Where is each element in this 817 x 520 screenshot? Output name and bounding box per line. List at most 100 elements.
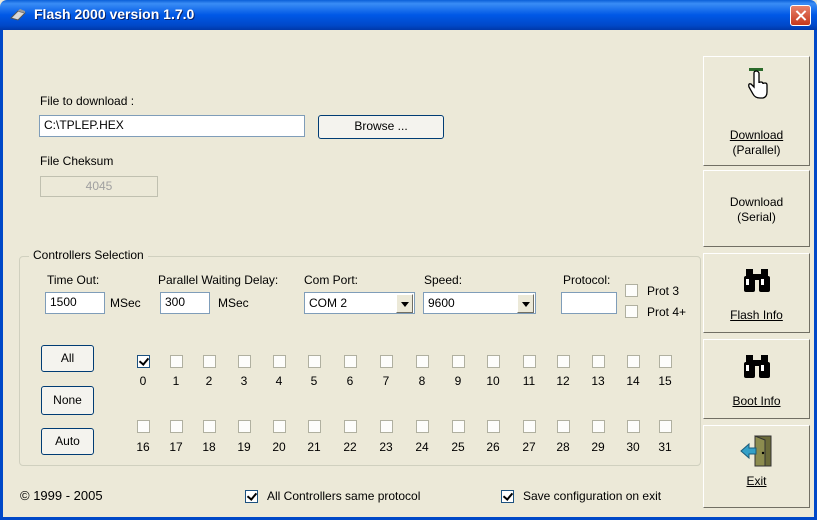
boot-info-label: Boot Info <box>732 394 781 408</box>
controller-checkbox[interactable] <box>523 355 536 368</box>
download-serial-line2: (Serial) <box>737 210 776 224</box>
controller-number: 7 <box>382 374 390 388</box>
controller-checkbox[interactable] <box>137 355 150 368</box>
speed-value: 9600 <box>428 296 455 310</box>
protocol-label: Protocol: <box>563 273 611 287</box>
browse-button[interactable]: Browse ... <box>318 115 444 139</box>
title-bar: Flash 2000 version 1.7.0 <box>0 0 817 30</box>
controller-checkbox[interactable] <box>416 355 429 368</box>
save-config-checkbox[interactable] <box>501 490 514 503</box>
exit-door-icon <box>739 435 771 467</box>
controller-checkbox[interactable] <box>238 420 251 433</box>
com-port-value: COM 2 <box>309 296 348 310</box>
select-auto-button[interactable]: Auto <box>41 428 94 455</box>
controller-number: 5 <box>310 374 318 388</box>
same-protocol-checkbox[interactable] <box>245 490 258 503</box>
controller-checkbox[interactable] <box>487 355 500 368</box>
window-title: Flash 2000 version 1.7.0 <box>34 6 195 22</box>
protocol-input[interactable] <box>561 292 617 314</box>
exit-label: Exit <box>746 474 767 488</box>
prot3-checkbox[interactable] <box>625 284 638 297</box>
controller-number: 13 <box>591 374 605 388</box>
download-parallel-line1: Download <box>729 128 784 142</box>
timeout-unit: MSec <box>110 296 141 310</box>
checksum-field: 4045 <box>40 176 158 197</box>
prot3-label: Prot 3 <box>647 284 680 298</box>
controller-checkbox[interactable] <box>380 355 393 368</box>
controller-checkbox[interactable] <box>452 355 465 368</box>
controller-number: 0 <box>139 374 147 388</box>
controller-number: 1 <box>172 374 180 388</box>
save-config-label: Save configuration on exit <box>523 489 662 503</box>
controller-checkbox[interactable] <box>523 420 536 433</box>
controller-checkbox[interactable] <box>592 355 605 368</box>
checksum-label: File Cheksum <box>40 154 114 168</box>
controller-number: 28 <box>556 440 570 454</box>
controller-number: 10 <box>486 374 500 388</box>
flash-info-button[interactable]: Flash Info <box>703 253 810 333</box>
copyright-text: © 1999 - 2005 <box>20 488 103 503</box>
controller-number: 17 <box>169 440 183 454</box>
parallel-delay-label: Parallel Waiting Delay: <box>158 273 279 287</box>
download-parallel-button[interactable]: Download (Parallel) <box>703 56 810 166</box>
controller-checkbox[interactable] <box>627 355 640 368</box>
controllers-selection-label: Controllers Selection <box>29 248 148 262</box>
controller-checkbox[interactable] <box>137 420 150 433</box>
controller-number: 26 <box>486 440 500 454</box>
controller-number: 20 <box>272 440 286 454</box>
controller-checkbox[interactable] <box>592 420 605 433</box>
controller-checkbox[interactable] <box>170 420 183 433</box>
parallel-delay-input[interactable]: 300 <box>160 292 210 314</box>
controller-checkbox[interactable] <box>308 420 321 433</box>
controller-number: 12 <box>556 374 570 388</box>
controller-checkbox[interactable] <box>273 420 286 433</box>
controller-checkbox[interactable] <box>659 420 672 433</box>
exit-button[interactable]: Exit <box>703 425 810 508</box>
controller-checkbox[interactable] <box>557 420 570 433</box>
download-parallel-line2: (Parallel) <box>732 143 781 157</box>
controller-checkbox[interactable] <box>203 420 216 433</box>
select-all-button[interactable]: All <box>41 345 94 372</box>
controller-checkbox[interactable] <box>627 420 640 433</box>
controller-number: 30 <box>626 440 640 454</box>
controller-number: 18 <box>202 440 216 454</box>
boot-info-button[interactable]: Boot Info <box>703 339 810 419</box>
timeout-label: Time Out: <box>47 273 100 287</box>
binoculars-icon <box>743 355 770 378</box>
controller-number: 16 <box>136 440 150 454</box>
controller-checkbox[interactable] <box>273 355 286 368</box>
controller-number: 6 <box>346 374 354 388</box>
controller-checkbox[interactable] <box>344 420 357 433</box>
controller-number: 25 <box>451 440 465 454</box>
controller-checkbox[interactable] <box>380 420 393 433</box>
controller-number: 11 <box>522 374 536 388</box>
timeout-input[interactable]: 1500 <box>45 292 105 314</box>
file-label: File to download : <box>40 94 135 108</box>
close-button[interactable] <box>790 5 811 26</box>
browse-button-label: Browse ... <box>354 119 408 133</box>
controller-checkbox[interactable] <box>557 355 570 368</box>
controller-checkbox[interactable] <box>308 355 321 368</box>
download-serial-button[interactable]: Download (Serial) <box>703 170 810 247</box>
controller-checkbox[interactable] <box>659 355 672 368</box>
controller-number: 27 <box>522 440 536 454</box>
controller-checkbox[interactable] <box>238 355 251 368</box>
prot4-checkbox[interactable] <box>625 305 638 318</box>
controller-checkbox[interactable] <box>487 420 500 433</box>
file-path-input[interactable]: C:\TPLEP.HEX <box>39 115 305 137</box>
controller-number: 15 <box>658 374 672 388</box>
controller-number: 3 <box>240 374 248 388</box>
parallel-delay-unit: MSec <box>218 296 249 310</box>
controller-checkbox[interactable] <box>170 355 183 368</box>
controller-checkbox[interactable] <box>203 355 216 368</box>
controller-number: 24 <box>415 440 429 454</box>
controller-number: 22 <box>343 440 357 454</box>
controller-checkbox[interactable] <box>452 420 465 433</box>
com-port-select[interactable]: COM 2 <box>304 292 415 314</box>
speed-select[interactable]: 9600 <box>423 292 536 314</box>
controller-checkbox[interactable] <box>344 355 357 368</box>
chevron-down-icon[interactable] <box>396 294 413 313</box>
controller-checkbox[interactable] <box>416 420 429 433</box>
select-none-button[interactable]: None <box>41 386 94 415</box>
chevron-down-icon[interactable] <box>517 294 534 313</box>
